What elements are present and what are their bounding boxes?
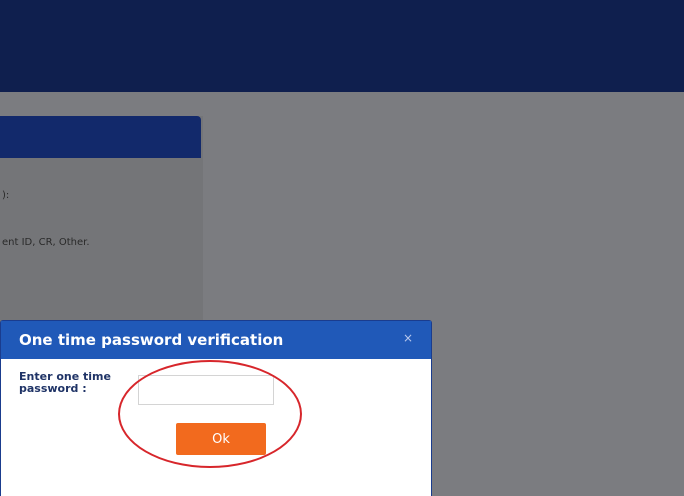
background-panel-text: ): [2,190,10,201]
background-panel-text: ent ID, CR, Other. [2,237,90,248]
otp-field-label: Enter one time password : [19,370,111,395]
ok-button[interactable]: Ok [176,423,266,455]
otp-input[interactable] [138,375,274,405]
otp-verification-dialog: One time password verification × Enter o… [0,320,432,496]
dialog-header: One time password verification × [1,321,431,359]
top-navigation-bar [0,0,684,92]
dialog-title: One time password verification [19,331,284,349]
close-icon[interactable]: × [403,332,413,344]
background-panel-header [0,116,201,158]
